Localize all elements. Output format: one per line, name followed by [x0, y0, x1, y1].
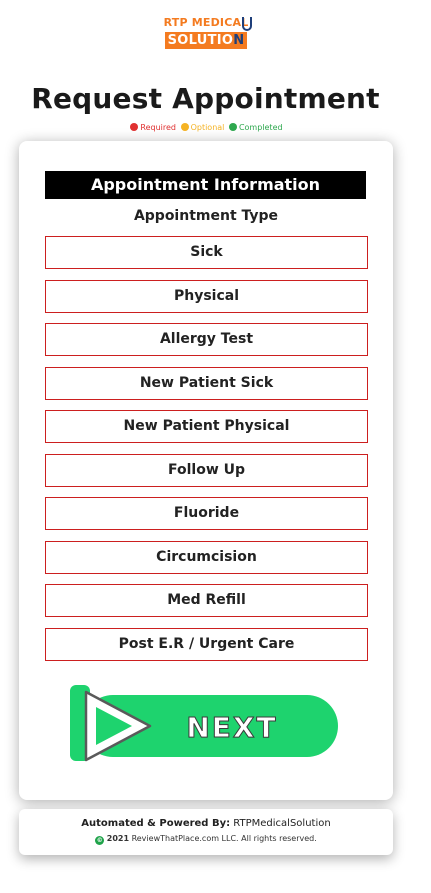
copyright-year: 2021: [106, 834, 130, 843]
powered-by-line: Automated & Powered By: RTPMedicalSoluti…: [19, 809, 393, 831]
status-legend: Required Optional Completed: [0, 122, 411, 134]
option-circumcision[interactable]: Circumcision: [45, 541, 368, 574]
logo-top-text: RTP MEDICAL: [163, 16, 249, 29]
legend-required: Required: [140, 123, 177, 132]
option-sick[interactable]: Sick: [45, 236, 368, 269]
next-button[interactable]: NEXT: [70, 685, 340, 765]
copyright-icon: ©: [95, 836, 105, 845]
logo-bottom-main: SOLUTIO: [167, 33, 234, 48]
powered-by-name: RTPMedicalSolution: [233, 818, 331, 829]
stethoscope-icon: [242, 17, 252, 31]
option-new-patient-sick[interactable]: New Patient Sick: [45, 367, 368, 400]
section-header: Appointment Information: [45, 171, 366, 199]
option-allergy-test[interactable]: Allergy Test: [45, 323, 368, 356]
required-dot-icon: [130, 123, 139, 131]
logo-bottom-text: SOLUTION: [164, 32, 248, 49]
copyright-text: ReviewThatPlace.com LLC. All rights rese…: [131, 834, 317, 843]
appointment-type-label: Appointment Type: [133, 208, 279, 224]
completed-dot-icon: [228, 123, 237, 131]
option-follow-up[interactable]: Follow Up: [45, 454, 368, 487]
option-med-refill[interactable]: Med Refill: [45, 584, 368, 617]
legend-completed: Completed: [238, 123, 283, 132]
appointment-form-card: Appointment Information Appointment Type…: [19, 141, 393, 800]
next-button-label: NEXT: [186, 711, 277, 744]
page-title: Request Appointment: [31, 82, 380, 115]
optional-dot-icon: [180, 123, 189, 131]
option-physical[interactable]: Physical: [45, 280, 368, 313]
option-new-patient-physical[interactable]: New Patient Physical: [45, 410, 368, 443]
brand-logo: RTP MEDICAL SOLUTION: [157, 17, 255, 49]
powered-by-prefix: Automated & Powered By:: [81, 818, 231, 829]
option-post-er-urgent-care[interactable]: Post E.R / Urgent Care: [45, 628, 368, 661]
logo-bottom-last: N: [233, 33, 245, 48]
footer-card: Automated & Powered By: RTPMedicalSoluti…: [19, 809, 393, 855]
option-fluoride[interactable]: Fluoride: [45, 497, 368, 530]
legend-optional: Optional: [190, 123, 225, 132]
copyright-line: © 2021 ReviewThatPlace.com LLC. All righ…: [19, 833, 393, 845]
